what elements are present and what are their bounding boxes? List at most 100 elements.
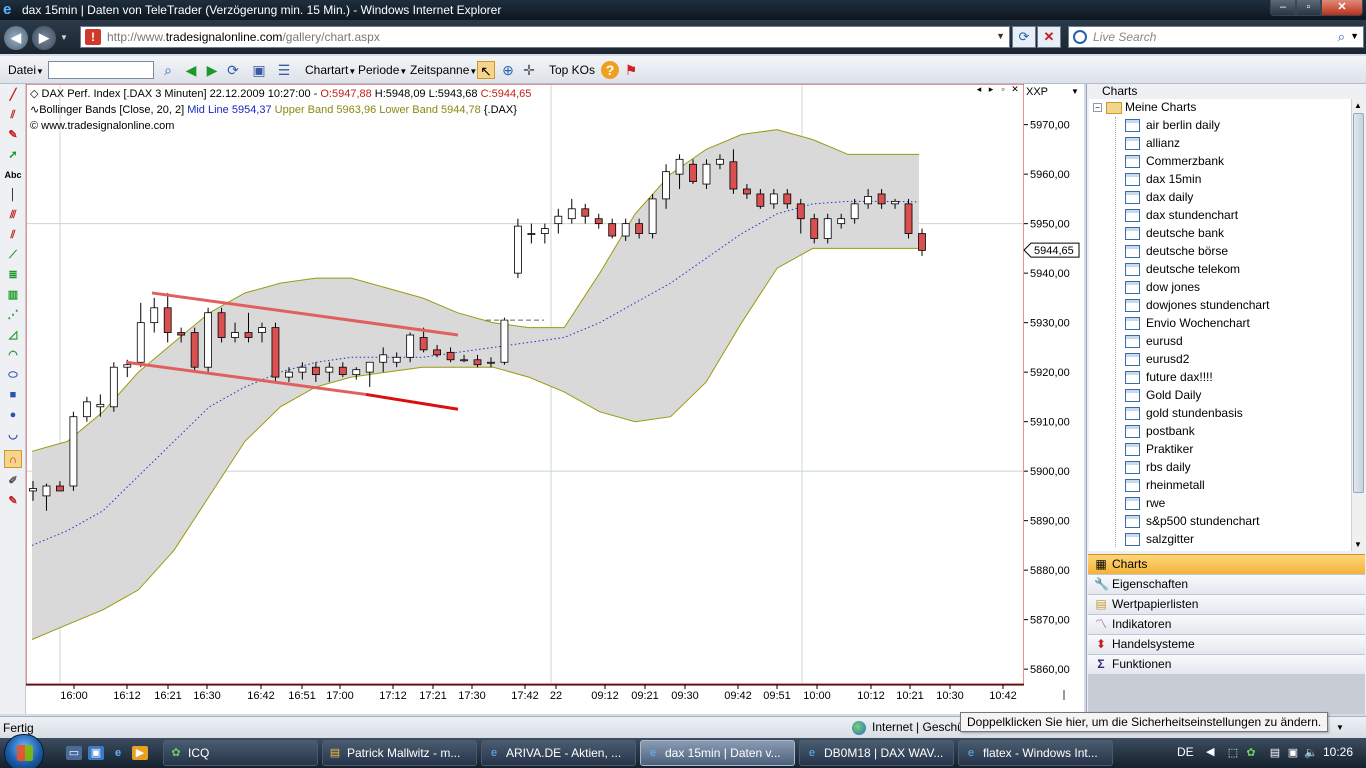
tree-item[interactable]: allianz bbox=[1125, 136, 1180, 154]
tree-item[interactable]: gold stundenbasis bbox=[1125, 406, 1243, 424]
fan-tool-icon[interactable]: ⋰ bbox=[4, 306, 22, 324]
taskbar-button[interactable]: e flatex - Windows Int... bbox=[958, 740, 1113, 766]
tray-expand-icon[interactable]: ◀ bbox=[1206, 745, 1214, 758]
back-button[interactable]: ◀ bbox=[4, 26, 28, 50]
forward-button[interactable]: ▶ bbox=[32, 26, 56, 50]
tree-item[interactable]: Commerzbank bbox=[1125, 154, 1224, 172]
scale-mode-dropdown-icon[interactable]: ▼ bbox=[1071, 87, 1079, 96]
pencil-tool-icon[interactable]: ✎ bbox=[4, 126, 22, 144]
period-menu[interactable]: Periode▼ bbox=[358, 63, 407, 77]
scroll-left-icon[interactable]: ◂ bbox=[974, 84, 984, 95]
file-menu[interactable]: Datei▼ bbox=[8, 63, 44, 77]
save-icon[interactable]: ▣ bbox=[250, 61, 268, 79]
tree-item[interactable]: rheinmetall bbox=[1125, 478, 1205, 496]
reload-icon[interactable]: ⟳ bbox=[224, 61, 242, 79]
tab-handelsysteme[interactable]: ⬍ Handelsysteme bbox=[1088, 634, 1365, 654]
tree-scrollbar[interactable]: ▲ ▼ bbox=[1351, 99, 1365, 551]
tree-item[interactable]: deutsche telekom bbox=[1125, 262, 1240, 280]
show-desktop-icon[interactable]: ▭ bbox=[66, 746, 82, 760]
tree-item[interactable]: dow jones bbox=[1125, 280, 1200, 298]
delete-drawings-icon[interactable]: ✎ bbox=[4, 492, 22, 510]
tree-item[interactable]: dax 15min bbox=[1125, 172, 1201, 190]
tab-indikatoren[interactable]: 〽 Indikatoren bbox=[1088, 614, 1365, 634]
tray-icon-1[interactable]: ⬚ bbox=[1226, 746, 1240, 760]
arrow-left-icon[interactable]: ◀ bbox=[182, 61, 200, 79]
maximize-button[interactable]: ▫ bbox=[1296, 0, 1321, 16]
fibonacci-tool-icon[interactable]: ≣ bbox=[4, 266, 22, 284]
tree-item[interactable]: rbs daily bbox=[1125, 460, 1191, 478]
properties-icon[interactable]: ☰ bbox=[275, 61, 293, 79]
crosshair-tool-icon[interactable]: ✛ bbox=[520, 61, 538, 79]
tray-icon-3[interactable]: ▤ bbox=[1268, 746, 1282, 760]
tree-item[interactable]: air berlin daily bbox=[1125, 118, 1220, 136]
taskbar-button[interactable]: e dax 15min | Daten v... bbox=[640, 740, 795, 766]
vertical-line-tool-icon[interactable]: │ bbox=[4, 186, 22, 204]
arrow-right-icon[interactable]: ▶ bbox=[203, 61, 221, 79]
address-field[interactable]: ! http://www.tradesignalonline.com/galle… bbox=[80, 26, 1010, 48]
tree-item[interactable]: future dax!!!! bbox=[1125, 370, 1213, 388]
tree-item[interactable]: Envio Wochenchart bbox=[1125, 316, 1250, 334]
chart-panel[interactable]: 5970,00 5960,00 5950,00 5940,00 5930,00 5920,… bbox=[26, 84, 1084, 714]
search-icon[interactable]: ⌕ bbox=[1338, 29, 1345, 45]
tree-item[interactable]: dax daily bbox=[1125, 190, 1193, 208]
address-dropdown-icon[interactable]: ▼ bbox=[996, 31, 1005, 41]
fibonacci-time-tool-icon[interactable]: ▥ bbox=[4, 286, 22, 304]
text-tool-icon[interactable]: Abc bbox=[4, 166, 22, 184]
ie-quicklaunch-icon[interactable]: e bbox=[110, 746, 126, 760]
symbol-input[interactable] bbox=[48, 61, 154, 79]
icq-tray-icon[interactable]: ✿ bbox=[1244, 746, 1258, 760]
restore-chart-icon[interactable]: ▫ bbox=[998, 84, 1008, 95]
zoom-tool-icon[interactable]: ⊕ bbox=[499, 61, 517, 79]
tree-item[interactable]: dax stundenchart bbox=[1125, 208, 1238, 226]
circle-tool-icon[interactable]: ● bbox=[4, 406, 22, 424]
tree-item[interactable]: dowjones stundenchart bbox=[1125, 298, 1269, 316]
rectangle-tool-icon[interactable]: ■ bbox=[4, 386, 22, 404]
scroll-up-icon[interactable]: ▲ bbox=[1354, 101, 1362, 110]
flag-icon[interactable]: ⚑ bbox=[622, 61, 640, 79]
network-icon[interactable]: ▣ bbox=[1286, 746, 1300, 760]
tree-root-folder[interactable]: − Meine Charts bbox=[1093, 100, 1196, 118]
scroll-down-icon[interactable]: ▼ bbox=[1354, 540, 1362, 549]
line-tool-icon[interactable]: ╱ bbox=[4, 86, 22, 104]
tree-item[interactable]: eurusd bbox=[1125, 334, 1183, 352]
tab-eigenschaften[interactable]: 🔧 Eigenschaften bbox=[1088, 574, 1365, 594]
close-button[interactable]: ✕ bbox=[1321, 0, 1363, 16]
tree-item[interactable]: eurusd2 bbox=[1125, 352, 1189, 370]
live-search-field[interactable]: Live Search ⌕ ▼ bbox=[1068, 26, 1364, 48]
gann-tool-icon[interactable]: ⟋ bbox=[4, 246, 22, 264]
arrow-tool-icon[interactable]: ➚ bbox=[4, 146, 22, 164]
fan-lines-tool-icon[interactable]: ◿ bbox=[4, 326, 22, 344]
tree-item[interactable]: deutsche börse bbox=[1125, 244, 1228, 262]
magnet-icon[interactable]: ∩ bbox=[4, 450, 22, 468]
scroll-right-icon[interactable]: ▸ bbox=[986, 84, 996, 95]
parallel-lines-tool-icon[interactable]: ⫽ bbox=[4, 226, 22, 244]
segment-tool-icon[interactable]: ◡ bbox=[4, 426, 22, 444]
start-button[interactable] bbox=[4, 734, 44, 768]
tree-item[interactable]: postbank bbox=[1125, 424, 1195, 442]
scroll-thumb[interactable] bbox=[1353, 113, 1364, 493]
candlestick-chart[interactable]: 5970,00 5960,00 5950,00 5940,00 5930,00 5920,… bbox=[26, 84, 1084, 714]
ray-tool-icon[interactable]: ⫽ bbox=[4, 106, 22, 124]
ellipse-tool-icon[interactable]: ⬭ bbox=[4, 366, 22, 384]
close-chart-icon[interactable]: ✕ bbox=[1010, 84, 1020, 95]
pointer-tool-icon[interactable]: ↖ bbox=[477, 61, 495, 79]
scale-mode-label[interactable]: XXP bbox=[1026, 86, 1048, 98]
tree-item[interactable]: Gold Daily bbox=[1125, 388, 1201, 406]
collapse-icon[interactable]: − bbox=[1093, 103, 1102, 113]
volume-icon[interactable]: 🔈 bbox=[1304, 746, 1318, 760]
taskbar-button[interactable]: ▤ Patrick Mallwitz - m... bbox=[322, 740, 477, 766]
help-icon[interactable]: ? bbox=[601, 61, 619, 79]
tree-item[interactable]: deutsche bank bbox=[1125, 226, 1224, 244]
tree-item[interactable]: s&p500 stundenchart bbox=[1125, 514, 1259, 532]
taskbar-button[interactable]: ✿ ICQ bbox=[163, 740, 318, 766]
chart-type-menu[interactable]: Chartart▼ bbox=[305, 63, 356, 77]
clock[interactable]: 10:26 bbox=[1323, 745, 1353, 759]
language-indicator[interactable]: DE bbox=[1177, 745, 1194, 759]
draw-settings-icon[interactable]: ✐ bbox=[4, 472, 22, 490]
tree-item[interactable]: salzgitter bbox=[1125, 532, 1194, 550]
tab-wertpapierlisten[interactable]: ▤ Wertpapierlisten bbox=[1088, 594, 1365, 614]
security-zone[interactable]: Internet | Geschü bbox=[852, 720, 964, 735]
tree-item[interactable]: Praktiker bbox=[1125, 442, 1193, 460]
switch-windows-icon[interactable]: ▣ bbox=[88, 746, 104, 760]
taskbar-button[interactable]: e ARIVA.DE - Aktien, ... bbox=[481, 740, 636, 766]
